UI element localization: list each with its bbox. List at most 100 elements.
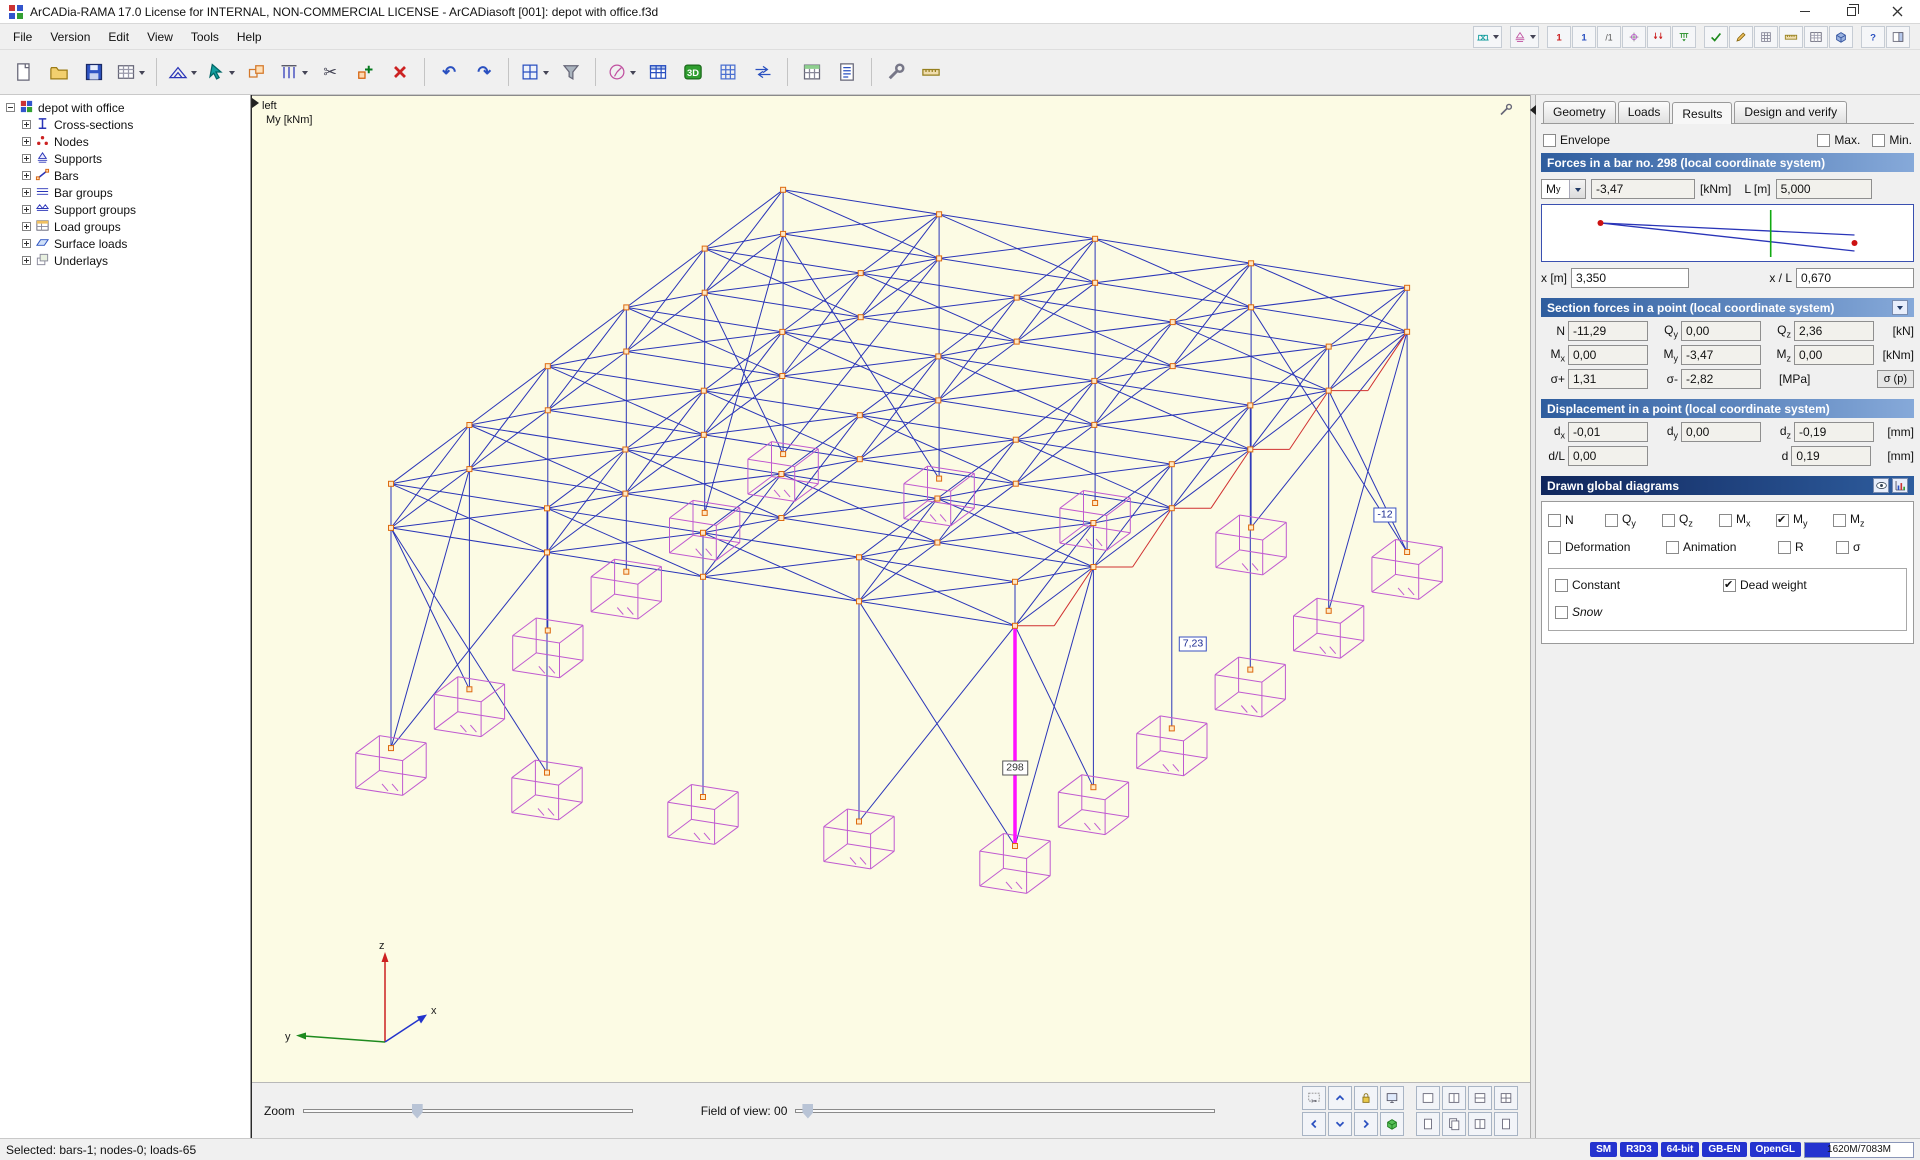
zoom-out-button[interactable] xyxy=(1328,1112,1352,1136)
grid-generator-button[interactable] xyxy=(276,56,311,88)
expand-icon[interactable] xyxy=(22,171,31,180)
tree-item-supports[interactable]: Supports xyxy=(0,150,250,167)
diagram-check-mz[interactable]: Mz xyxy=(1833,512,1890,528)
tree-item-underlays[interactable]: Underlays xyxy=(0,252,250,269)
expand-icon[interactable] xyxy=(22,256,31,265)
add-node-button[interactable] xyxy=(349,56,381,88)
x-position-field[interactable]: 3,350 xyxy=(1571,268,1689,288)
section-forces-options-button[interactable] xyxy=(1892,300,1908,315)
diagram-scale-button[interactable] xyxy=(1873,478,1889,493)
bar-numbers-toggle[interactable]: 1 xyxy=(1572,26,1596,48)
edit-pencil-toggle[interactable] xyxy=(1729,26,1753,48)
expand-icon[interactable] xyxy=(22,120,31,129)
collapse-icon[interactable] xyxy=(6,103,15,112)
filter-button[interactable] xyxy=(555,56,587,88)
force-diagram-box[interactable] xyxy=(1541,204,1914,262)
section-field-mz[interactable]: 0,00 xyxy=(1794,345,1874,365)
section-field-sigma-plus[interactable]: 1,31 xyxy=(1568,369,1648,389)
envelope-checkbox[interactable]: Envelope xyxy=(1543,133,1610,147)
section-symbols-toggle[interactable] xyxy=(1622,26,1646,48)
tree-item-load-groups[interactable]: Load groups xyxy=(0,218,250,235)
displacement-field-dx[interactable]: -0,01 xyxy=(1568,422,1648,442)
loadcase-snow[interactable]: Snow xyxy=(1555,605,1900,619)
ruler-toggle[interactable] xyxy=(1779,26,1803,48)
sigma-p-button[interactable]: σ (p) xyxy=(1877,370,1914,388)
max-checkbox[interactable]: Max. xyxy=(1817,133,1860,147)
displacement-field-d-l[interactable]: 0,00 xyxy=(1568,446,1648,466)
view-3d-button[interactable]: 3D xyxy=(677,56,709,88)
zoom-window-button[interactable]: ✂ xyxy=(1302,1086,1326,1110)
diagram-check-mx[interactable]: Mx xyxy=(1719,512,1776,528)
section-field-n[interactable]: -11,29 xyxy=(1568,321,1648,341)
solid-view-button[interactable] xyxy=(1380,1112,1404,1136)
report-button[interactable] xyxy=(831,56,863,88)
view-layout-quad-button[interactable] xyxy=(1494,1086,1518,1110)
load-values-toggle[interactable] xyxy=(1672,26,1696,48)
zoom-slider-thumb[interactable] xyxy=(412,1104,423,1119)
pan-right-button[interactable] xyxy=(1354,1112,1378,1136)
selection-check-toggle[interactable] xyxy=(1704,26,1728,48)
view-layout-single-button[interactable] xyxy=(1416,1086,1440,1110)
tab-design-and-verify[interactable]: Design and verify xyxy=(1734,101,1847,123)
diagram-values-button[interactable] xyxy=(1892,478,1908,493)
zoom-in-button[interactable] xyxy=(1328,1086,1352,1110)
tree-item-nodes[interactable]: Nodes xyxy=(0,133,250,150)
undo-button[interactable]: ↶ xyxy=(433,56,465,88)
view-layout-rows-button[interactable] xyxy=(1468,1086,1492,1110)
menu-item-edit[interactable]: Edit xyxy=(99,26,138,48)
tab-results[interactable]: Results xyxy=(1672,102,1732,124)
tree-item-cross-sections[interactable]: Cross-sections xyxy=(0,116,250,133)
expand-icon[interactable] xyxy=(22,137,31,146)
fov-slider-thumb[interactable] xyxy=(802,1104,813,1119)
expand-icon[interactable] xyxy=(22,239,31,248)
diagram-check-my[interactable]: My xyxy=(1776,512,1833,528)
tab-geometry[interactable]: Geometry xyxy=(1543,101,1616,123)
panel-splitter[interactable] xyxy=(1530,95,1536,1138)
full-screen-button[interactable] xyxy=(1380,1086,1404,1110)
mesh-button[interactable] xyxy=(712,56,744,88)
new-project-button[interactable] xyxy=(8,56,40,88)
loadcase-dead-weight[interactable]: Dead weight xyxy=(1723,578,1807,592)
diagram-check-n[interactable]: N xyxy=(1548,512,1605,528)
diagram-check-qy[interactable]: Qy xyxy=(1605,512,1662,528)
section-view-button[interactable] xyxy=(517,56,552,88)
menu-item-view[interactable]: View xyxy=(138,26,182,48)
redo-button[interactable]: ↷ xyxy=(468,56,500,88)
side-panel-toggle[interactable] xyxy=(1886,26,1910,48)
restore-button[interactable] xyxy=(1828,0,1874,23)
render-mode-toggle[interactable] xyxy=(1829,26,1853,48)
data-table-button[interactable] xyxy=(642,56,674,88)
zoom-slider[interactable] xyxy=(303,1109,633,1113)
divide-bar-button[interactable]: ✂ xyxy=(314,56,346,88)
menu-item-version[interactable]: Version xyxy=(41,26,99,48)
view-copy-button[interactable] xyxy=(1442,1112,1466,1136)
save-project-button[interactable] xyxy=(78,56,110,88)
force-component-dropdown[interactable]: My xyxy=(1541,179,1586,199)
menu-item-tools[interactable]: Tools xyxy=(182,26,228,48)
section-field-qy[interactable]: 0,00 xyxy=(1681,321,1761,341)
section-field-qz[interactable]: 2,36 xyxy=(1794,321,1874,341)
snap-settings-button[interactable] xyxy=(604,56,639,88)
diagram-check-animation[interactable]: Animation xyxy=(1666,540,1778,554)
bar-description-toggle[interactable]: /1 xyxy=(1597,26,1621,48)
tree-item-bar-groups[interactable]: Bar groups xyxy=(0,184,250,201)
view-cascade-button[interactable] xyxy=(1468,1112,1492,1136)
node-numbers-toggle[interactable]: 1 xyxy=(1547,26,1571,48)
diagram-check-qz[interactable]: Qz xyxy=(1662,512,1719,528)
load-symbols-toggle[interactable] xyxy=(1647,26,1671,48)
min-checkbox[interactable]: Min. xyxy=(1872,133,1912,147)
viewport-tools-icon[interactable] xyxy=(1498,102,1514,121)
table-view-toggle[interactable] xyxy=(1804,26,1828,48)
tree-item-support-groups[interactable]: Support groups xyxy=(0,201,250,218)
dimension-lines-button[interactable] xyxy=(747,56,779,88)
expand-icon[interactable] xyxy=(22,222,31,231)
xl-position-field[interactable]: 0,670 xyxy=(1796,268,1914,288)
zoom-lock-button[interactable] xyxy=(1354,1086,1378,1110)
pan-left-button[interactable] xyxy=(1302,1112,1326,1136)
supports-view-dropdown[interactable] xyxy=(1510,26,1539,48)
select-mode-button[interactable] xyxy=(203,56,238,88)
move-copy-button[interactable] xyxy=(241,56,273,88)
bars-view-dropdown[interactable] xyxy=(1473,26,1502,48)
view-page-button[interactable] xyxy=(1416,1112,1440,1136)
model-viewport[interactable]: zyx left My [kNm] 298 7,23 -12 xyxy=(252,95,1530,1082)
